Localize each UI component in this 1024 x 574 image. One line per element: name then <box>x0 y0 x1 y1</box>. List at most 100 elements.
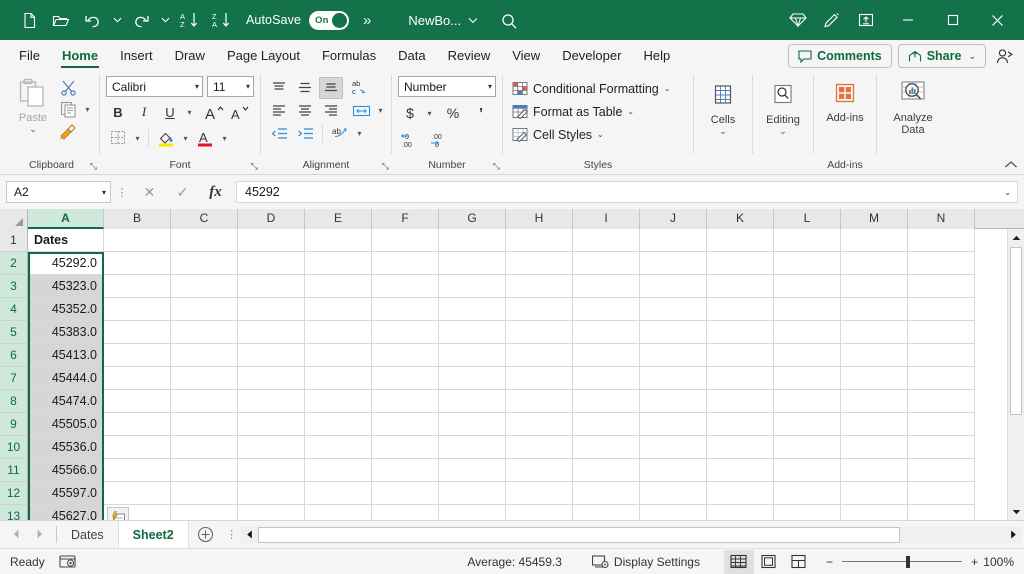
cell-styles-chevron-down-icon[interactable]: ⌄ <box>597 130 604 139</box>
diamond-icon[interactable] <box>783 5 813 35</box>
font-name-input[interactable]: Calibri ▾ <box>106 76 203 97</box>
cell-I6[interactable] <box>573 344 640 367</box>
tab-view[interactable]: View <box>501 42 551 70</box>
cell-I9[interactable] <box>573 413 640 436</box>
next-sheet-button[interactable] <box>36 529 44 541</box>
cell-A11[interactable]: 45566.0 <box>28 459 104 482</box>
cell-D6[interactable] <box>238 344 305 367</box>
row-header-11[interactable]: 11 <box>0 459 28 482</box>
column-header-H[interactable]: H <box>506 209 573 229</box>
cell-N9[interactable] <box>908 413 975 436</box>
cell-M5[interactable] <box>841 321 908 344</box>
cell-D1[interactable] <box>238 229 305 252</box>
column-header-B[interactable]: B <box>104 209 171 229</box>
cell-B4[interactable] <box>104 298 171 321</box>
cell-N3[interactable] <box>908 275 975 298</box>
borders-icon[interactable] <box>106 127 130 149</box>
page-break-icon[interactable] <box>784 550 814 574</box>
name-box-chevron-down-icon[interactable]: ▾ <box>102 188 106 197</box>
alignment-dialog-launcher[interactable]: ⤡ <box>382 159 389 174</box>
cell-A10[interactable]: 45536.0 <box>28 436 104 459</box>
cell-N12[interactable] <box>908 482 975 505</box>
cell-K3[interactable] <box>707 275 774 298</box>
cell-C11[interactable] <box>171 459 238 482</box>
cell-K6[interactable] <box>707 344 774 367</box>
cell-J3[interactable] <box>640 275 707 298</box>
cell-G8[interactable] <box>439 390 506 413</box>
cell-D12[interactable] <box>238 482 305 505</box>
wrap-text-icon[interactable]: ab <box>328 123 352 145</box>
cell-H4[interactable] <box>506 298 573 321</box>
cell-L4[interactable] <box>774 298 841 321</box>
cell-H9[interactable] <box>506 413 573 436</box>
cell-A12[interactable]: 45597.0 <box>28 482 104 505</box>
cell-C9[interactable] <box>171 413 238 436</box>
comma-format-button[interactable]: ’ <box>469 102 493 124</box>
cancel-entry-button[interactable]: ✕ <box>133 181 166 203</box>
cell-H11[interactable] <box>506 459 573 482</box>
cell-J11[interactable] <box>640 459 707 482</box>
cell-H1[interactable] <box>506 229 573 252</box>
hscroll-track[interactable] <box>258 527 1005 543</box>
font-color-chevron-down-icon[interactable]: ▾ <box>219 134 230 143</box>
cell-A13[interactable]: 45627.0 <box>28 505 104 520</box>
cell-I13[interactable] <box>573 505 640 520</box>
cell-C1[interactable] <box>171 229 238 252</box>
currency-format-button[interactable]: $ <box>398 102 422 124</box>
formula-bar-grip[interactable]: ⋮ <box>111 186 133 199</box>
redo-icon[interactable] <box>126 5 156 35</box>
cell-M4[interactable] <box>841 298 908 321</box>
new-file-icon[interactable] <box>14 5 44 35</box>
cell-D13[interactable] <box>238 505 305 520</box>
column-header-G[interactable]: G <box>439 209 506 229</box>
cell-I11[interactable] <box>573 459 640 482</box>
cell-L11[interactable] <box>774 459 841 482</box>
cell-E11[interactable] <box>305 459 372 482</box>
number-format-chevron-down-icon[interactable]: ▾ <box>482 82 492 91</box>
present-icon[interactable] <box>851 5 881 35</box>
cell-D7[interactable] <box>238 367 305 390</box>
cell-B9[interactable] <box>104 413 171 436</box>
column-header-A[interactable]: A <box>28 209 104 229</box>
sheet-tab-dates[interactable]: Dates <box>57 521 119 548</box>
cell-E2[interactable] <box>305 252 372 275</box>
zoom-out-button[interactable]: − <box>826 555 833 569</box>
zoom-slider[interactable] <box>842 554 962 570</box>
cell-D2[interactable] <box>238 252 305 275</box>
cell-H8[interactable] <box>506 390 573 413</box>
cell-J4[interactable] <box>640 298 707 321</box>
record-macro-icon[interactable] <box>59 554 77 569</box>
cell-E10[interactable] <box>305 436 372 459</box>
cell-A4[interactable]: 45352.0 <box>28 298 104 321</box>
font-name-chevron-down-icon[interactable]: ▾ <box>189 82 199 91</box>
tab-file[interactable]: File <box>8 42 51 70</box>
cell-E1[interactable] <box>305 229 372 252</box>
row-header-2[interactable]: 2 <box>0 252 28 275</box>
maximize-button[interactable] <box>930 0 975 40</box>
confirm-entry-button[interactable]: ✓ <box>166 181 199 203</box>
cell-I4[interactable] <box>573 298 640 321</box>
row-header-12[interactable]: 12 <box>0 482 28 505</box>
tab-draw[interactable]: Draw <box>164 42 216 70</box>
cell-J10[interactable] <box>640 436 707 459</box>
bold-button[interactable]: B <box>106 101 130 123</box>
select-all-corner[interactable] <box>0 209 28 229</box>
cell-F4[interactable] <box>372 298 439 321</box>
cell-H7[interactable] <box>506 367 573 390</box>
cell-K10[interactable] <box>707 436 774 459</box>
underline-chevron-down-icon[interactable]: ▾ <box>184 108 195 117</box>
fill-color-icon[interactable] <box>154 127 178 149</box>
merge-center-chevron-down-icon[interactable]: ▾ <box>375 106 386 115</box>
decrease-font-size-button[interactable]: A <box>229 101 253 123</box>
vertical-scrollbar[interactable] <box>1007 229 1024 520</box>
cell-G1[interactable] <box>439 229 506 252</box>
cell-J9[interactable] <box>640 413 707 436</box>
editing-button[interactable]: Editing ⌄ <box>759 79 807 135</box>
cell-D4[interactable] <box>238 298 305 321</box>
cell-styles-button[interactable]: Cell Styles ⌄ <box>512 123 606 146</box>
align-left-icon[interactable] <box>267 100 291 122</box>
cell-I1[interactable] <box>573 229 640 252</box>
cell-F10[interactable] <box>372 436 439 459</box>
cell-H5[interactable] <box>506 321 573 344</box>
cell-F6[interactable] <box>372 344 439 367</box>
